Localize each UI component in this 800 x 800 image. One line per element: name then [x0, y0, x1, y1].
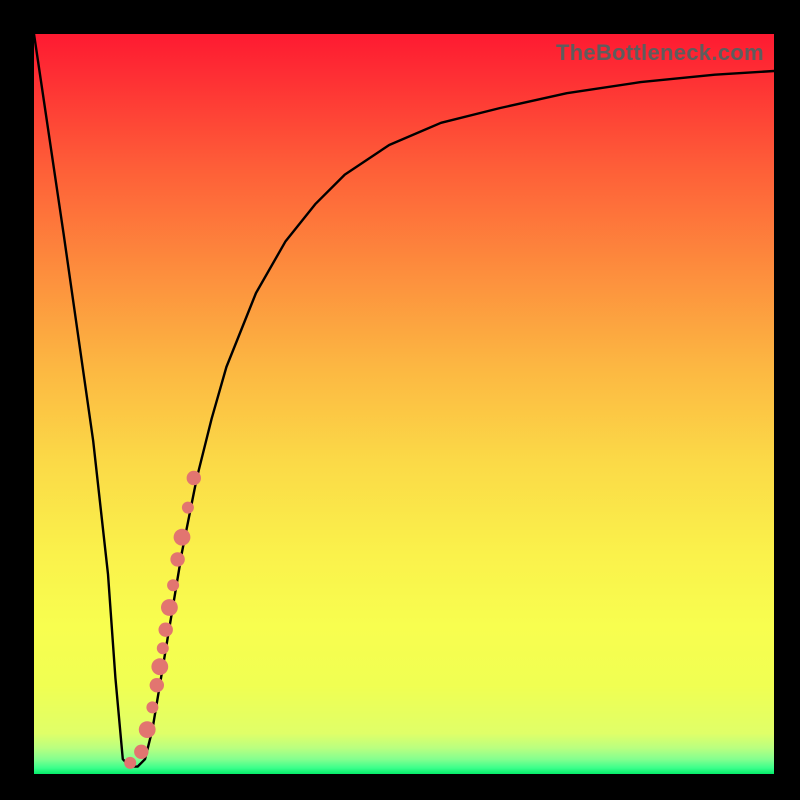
data-point	[139, 721, 156, 738]
data-point	[161, 599, 178, 616]
data-point	[174, 529, 191, 546]
plot-area: TheBottleneck.com	[34, 34, 774, 774]
data-point	[157, 642, 169, 654]
data-point	[150, 678, 164, 692]
data-point	[134, 745, 148, 759]
data-point	[151, 658, 168, 675]
data-point	[167, 579, 179, 591]
data-point	[187, 471, 201, 485]
bottleneck-curve	[34, 34, 774, 767]
data-point	[146, 701, 158, 713]
data-point	[170, 552, 184, 566]
data-point	[159, 623, 173, 637]
data-point	[182, 502, 194, 514]
chart-frame: TheBottleneck.com	[0, 0, 800, 800]
data-point	[124, 757, 136, 769]
chart-overlay	[34, 34, 774, 774]
